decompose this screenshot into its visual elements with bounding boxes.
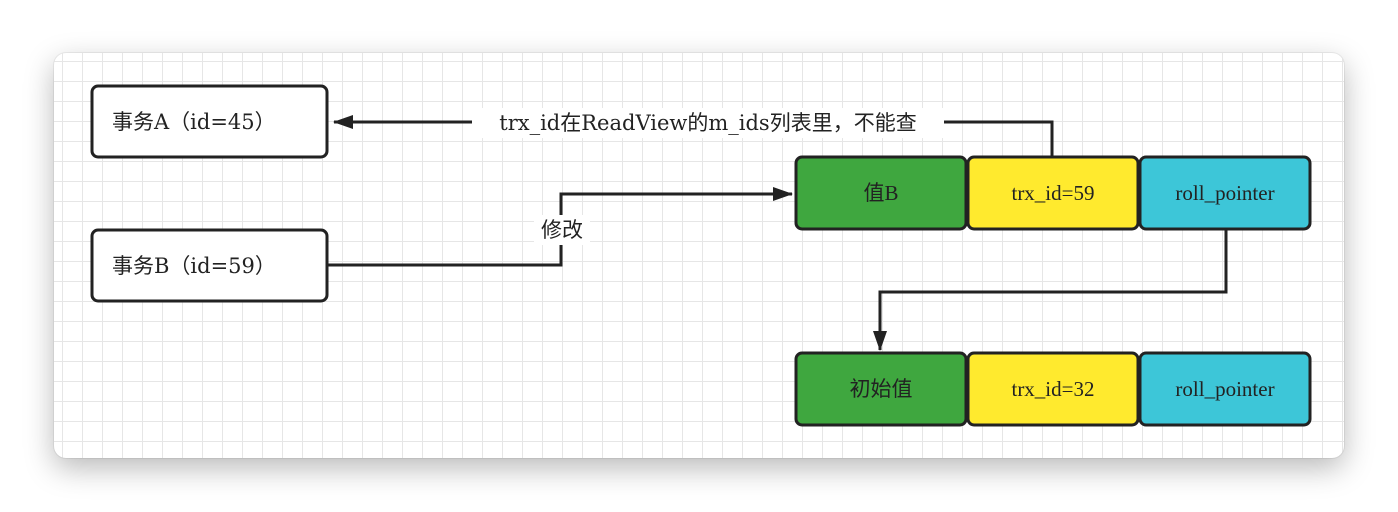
mvcc-diagram: 事务A（id=45） 事务B（id=59） trx_id在ReadView的m_…: [90, 84, 1312, 427]
value-cell-text: 值B: [863, 181, 898, 205]
diagram-canvas: 事务A（id=45） 事务B（id=59） trx_id在ReadView的m_…: [54, 53, 1344, 458]
transaction-b-label: 事务B（id=59）: [112, 254, 276, 278]
record-current: 值B trx_id=59 roll_pointer: [794, 155, 1312, 231]
roll-pointer-cell-text: roll_pointer: [1175, 377, 1274, 401]
roll-pointer-arrow: [873, 229, 1228, 351]
transaction-a-node[interactable]: 事务A（id=45）: [90, 84, 329, 159]
transaction-b-node[interactable]: 事务B（id=59）: [90, 228, 329, 303]
record-initial: 初始值 trx_id=32 roll_pointer: [794, 351, 1312, 427]
roll-pointer-cell-text: roll_pointer: [1175, 181, 1274, 205]
transaction-a-label: 事务A（id=45）: [112, 110, 276, 134]
trx-id-cell-text: trx_id=59: [1011, 181, 1094, 205]
trx-id-cell-text: trx_id=32: [1011, 377, 1094, 401]
visibility-label: trx_id在ReadView的m_ids列表里，不能查: [499, 111, 916, 135]
modify-label: 修改: [541, 218, 583, 242]
value-cell-text: 初始值: [850, 377, 913, 401]
